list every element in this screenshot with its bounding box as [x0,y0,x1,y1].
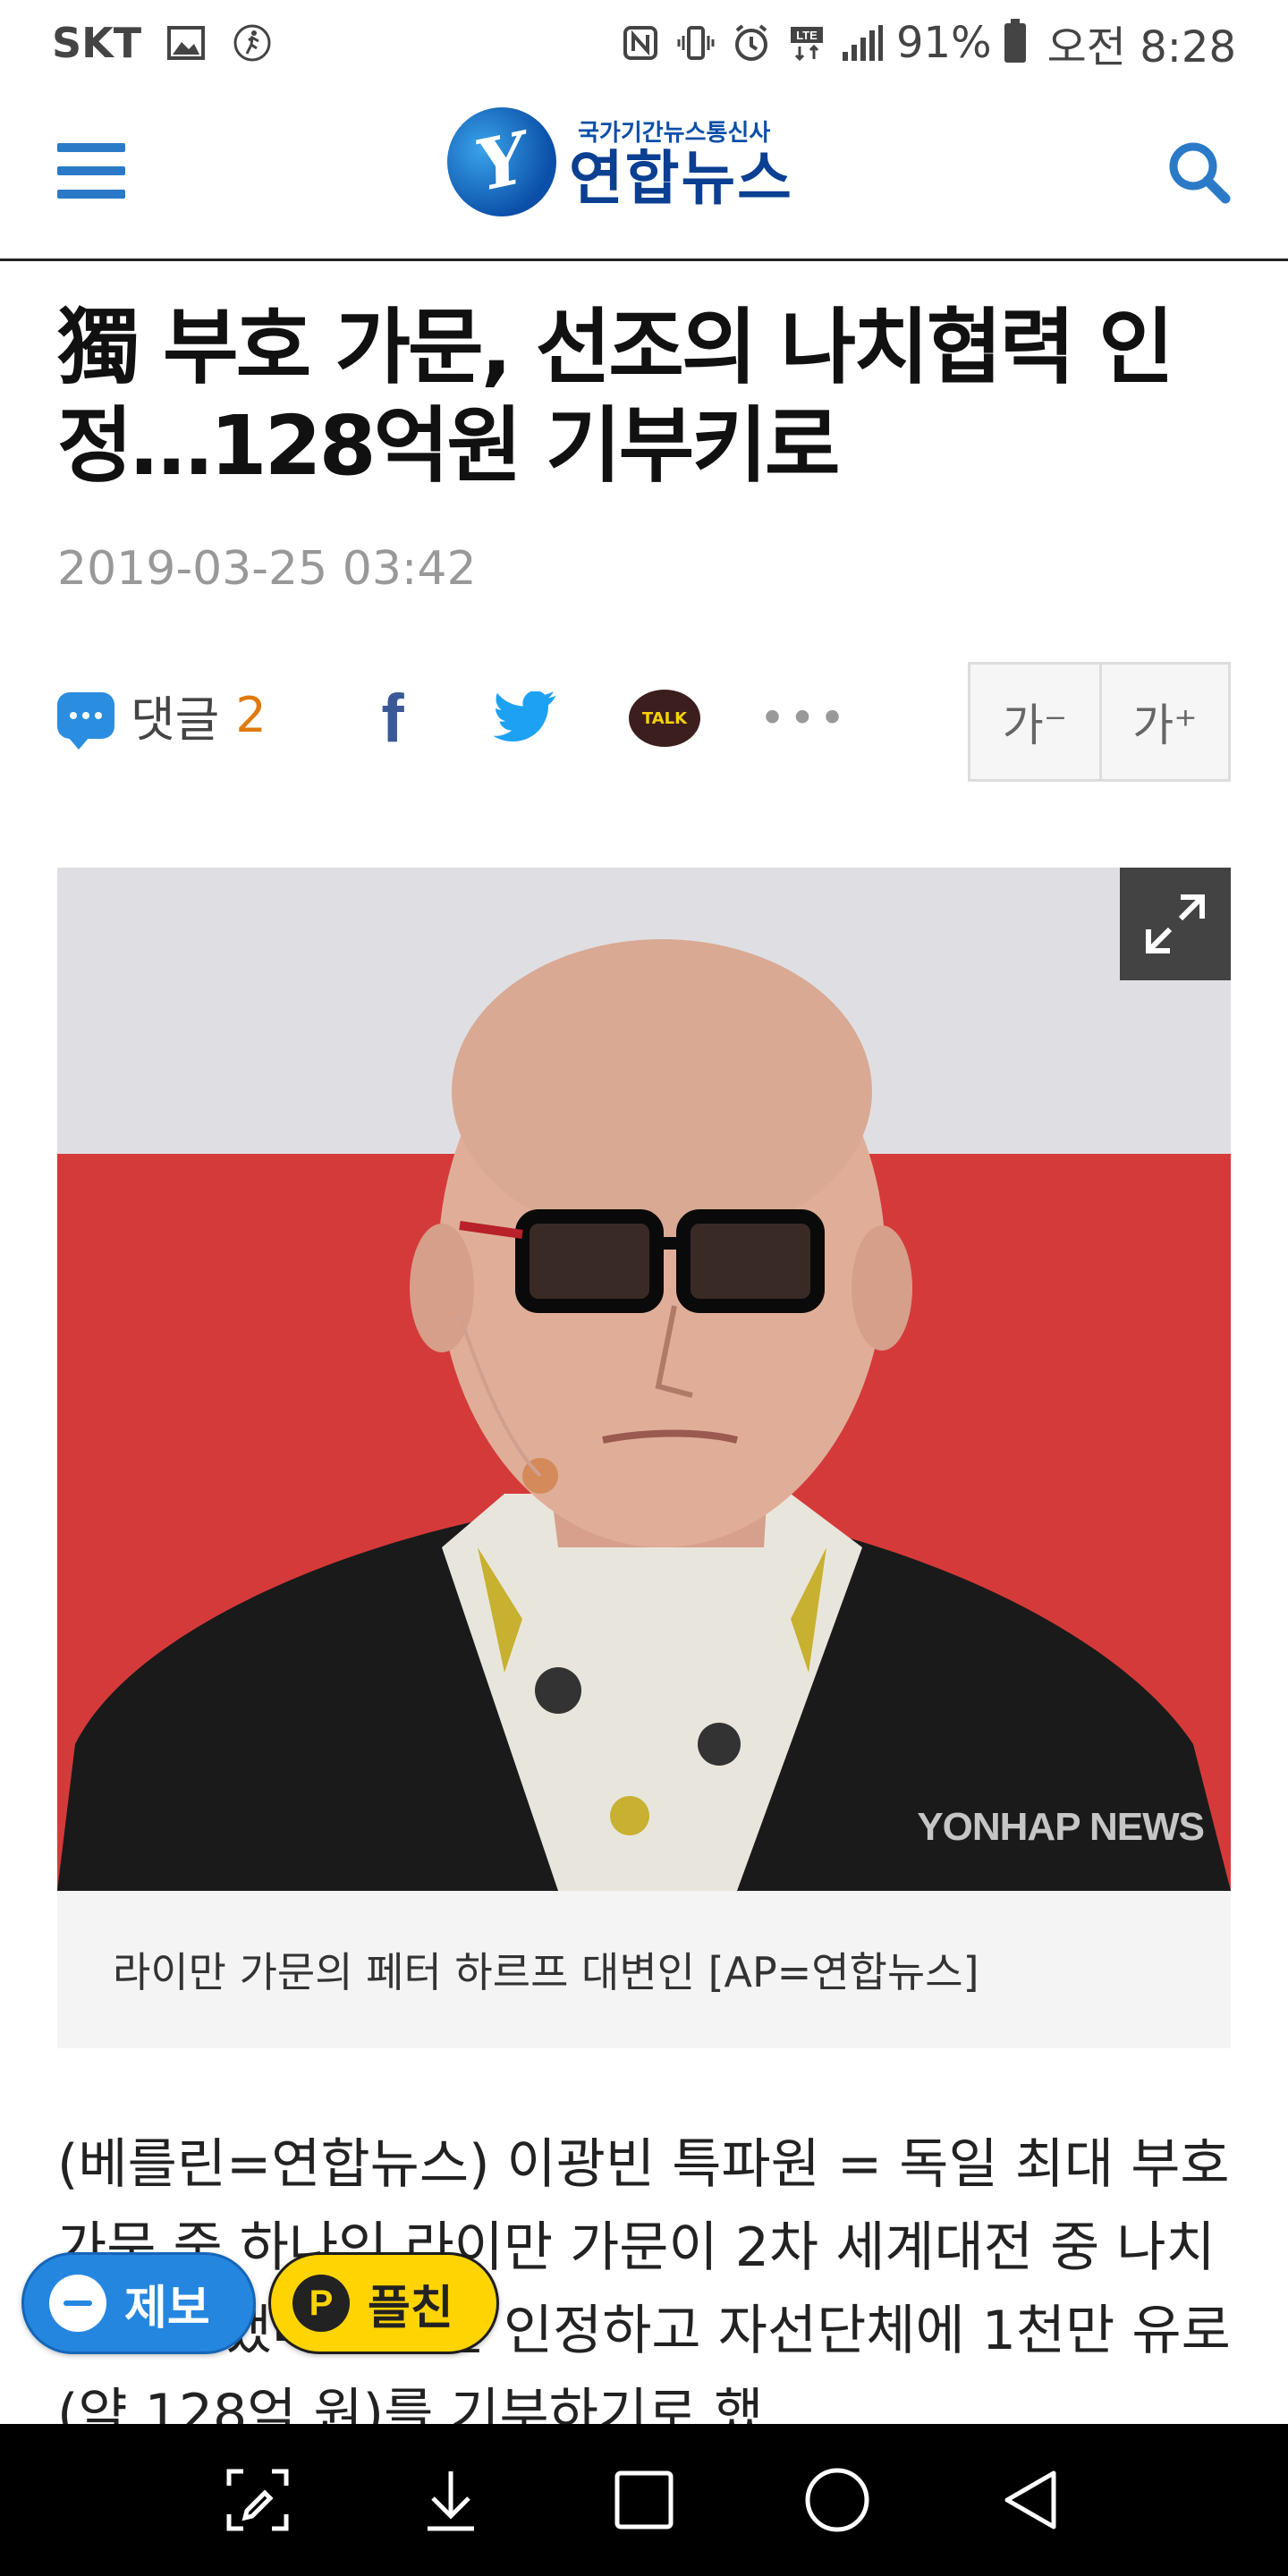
comment-bubble-icon [57,691,114,750]
tip-button[interactable]: 제보 [21,2252,256,2354]
recents-icon[interactable] [604,2460,684,2540]
battery-icon [1004,19,1026,63]
photo-watermark: YONHAP NEWS [917,1805,1205,1849]
plus-friend-label: 플친 [368,2281,453,2335]
hamburger-icon[interactable] [57,143,125,199]
photo-caption: 라이만 가문의 페터 하르프 대변인 [AP=연합뉴스] [57,1891,1231,2048]
signal-icon [841,21,884,64]
font-size-controls: 가⁻ 가⁺ [968,662,1231,782]
expand-icon[interactable] [1120,868,1231,980]
plus-friend-icon: P [292,2275,350,2332]
twitter-icon[interactable] [485,678,565,758]
tip-label: 제보 [124,2281,210,2335]
nfc-icon [619,21,662,64]
logo-subtitle: 국가기간뉴스통신사 [578,119,771,147]
carrier-label: SKT [52,19,142,67]
download-icon[interactable] [411,2460,491,2540]
tip-icon [49,2275,106,2332]
comment-button[interactable]: 댓글 2 [57,680,267,750]
comment-count: 2 [235,687,267,743]
system-nav-bar [0,2424,1288,2576]
kakaotalk-icon[interactable]: TALK [624,678,705,758]
yonhap-logo[interactable]: Y 국가기간뉴스통신사 연합뉴스 [436,97,793,227]
logo-mark: Y [436,97,567,227]
logo-title: 연합뉴스 [569,143,793,213]
article-title: 獨 부호 가문, 선조의 나치협력 인정…128억원 기부키로 [57,300,1174,495]
article-actions: 댓글 2 f TALK ••• 가⁻ 가⁺ [57,662,1231,782]
lte-icon: LTE [785,21,828,64]
app-header: Y 국가기간뉴스통신사 연합뉴스 [0,86,1288,261]
status-bar: SKT LTE 91% 오전 8:28 [0,0,1288,86]
kakaotalk-label: TALK [629,690,700,747]
plus-friend-button[interactable]: P 플친 [268,2252,499,2354]
home-icon[interactable] [797,2460,877,2540]
article-figure: YONHAP NEWS 라이만 가문의 페터 하르프 대변인 [AP=연합뉴스] [57,868,1231,2048]
gallery-icon [165,21,208,64]
svg-text:LTE: LTE [796,29,818,42]
article-photo[interactable]: YONHAP NEWS [57,868,1231,1891]
search-icon[interactable] [1163,136,1234,208]
comment-label: 댓글 [131,691,220,748]
running-icon [231,21,274,64]
screenshot-edit-icon[interactable] [217,2460,298,2540]
more-icon[interactable]: ••• [759,678,845,758]
font-larger-button[interactable]: 가⁺ [1099,665,1228,779]
battery-percent: 91% [895,18,992,68]
vibrate-icon [674,21,717,64]
facebook-icon[interactable]: f [352,678,433,758]
font-smaller-button[interactable]: 가⁻ [970,665,1099,779]
alarm-icon [730,21,773,64]
clock: 오전 8:28 [1046,22,1236,72]
back-icon[interactable] [990,2460,1071,2540]
article-date: 2019-03-25 03:42 [57,542,477,596]
